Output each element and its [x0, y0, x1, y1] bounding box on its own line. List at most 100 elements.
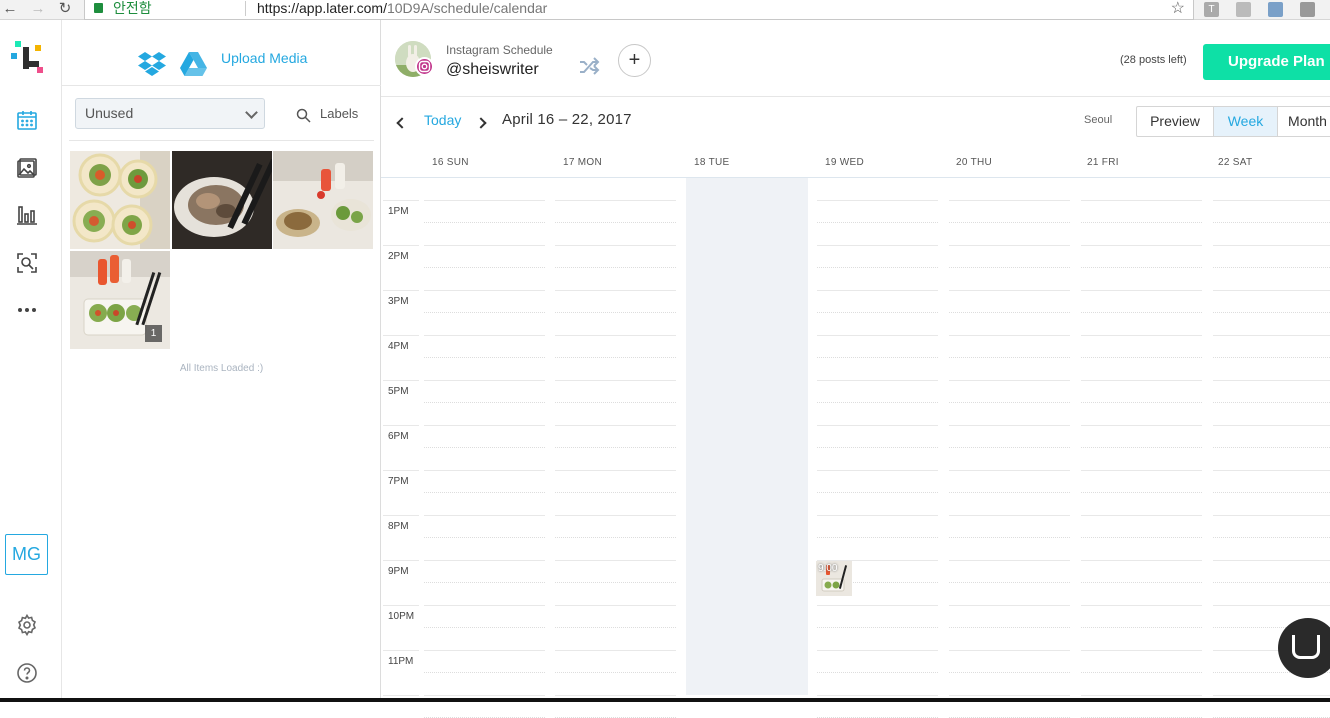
- media-thumbnail[interactable]: [273, 151, 373, 249]
- hour-gridline: [424, 245, 545, 246]
- add-account-button[interactable]: +: [618, 44, 651, 77]
- half-hour-gridline: [1213, 492, 1330, 493]
- half-hour-gridline: [1081, 312, 1202, 313]
- hour-gridline: [555, 290, 676, 291]
- chevron-down-icon: [245, 106, 258, 119]
- more-dots-icon[interactable]: [15, 298, 39, 322]
- hour-gridline: [424, 200, 545, 201]
- half-hour-gridline: [555, 447, 676, 448]
- hour-label: 9PM: [388, 566, 409, 577]
- hour-gridline: [424, 470, 545, 471]
- hour-gridline: [817, 290, 938, 291]
- extension-image-icon[interactable]: [1268, 2, 1283, 17]
- media-library-panel: Upload Media Unused Labels 1 All Items L…: [62, 20, 381, 702]
- image-icon[interactable]: [15, 156, 39, 180]
- half-hour-gridline: [949, 447, 1070, 448]
- dropbox-icon[interactable]: [138, 50, 166, 76]
- half-hour-gridline: [555, 402, 676, 403]
- url-path: 10D9A/schedule/calendar: [386, 0, 548, 16]
- half-hour-gridline: [949, 222, 1070, 223]
- hour-gridline: [949, 605, 1070, 606]
- media-thumbnail[interactable]: [70, 151, 170, 249]
- hour-gridline: [949, 695, 1070, 696]
- chat-support-button[interactable]: [1278, 618, 1330, 678]
- tab-week[interactable]: Week: [1214, 107, 1278, 136]
- back-icon[interactable]: ←: [0, 0, 20, 20]
- hour-gridline: [1213, 605, 1330, 606]
- sidebar: MG: [0, 20, 62, 702]
- timezone-label[interactable]: Seoul: [1084, 114, 1112, 126]
- date-range: April 16 – 22, 2017: [502, 111, 632, 128]
- media-thumbnail[interactable]: [172, 151, 272, 249]
- week-grid[interactable]: 1PM 2PM 3PM 4PM 5PM 6PM 7PM 8PM 9PM 10PM…: [381, 178, 1330, 718]
- url-host: https://app.later.com/: [257, 0, 387, 16]
- hour-gridline: [949, 200, 1070, 201]
- google-drive-icon[interactable]: [180, 52, 207, 76]
- day-header-row: 16 SUN 17 MON 18 TUE 19 WED 20 THU 21 FR…: [381, 148, 1330, 178]
- address-bar[interactable]: 안전함 https://app.later.com/10D9A/schedule…: [84, 0, 1194, 20]
- half-hour-gridline: [949, 582, 1070, 583]
- url-text: https://app.later.com/10D9A/schedule/cal…: [257, 0, 547, 18]
- view-switcher: Preview Week Month: [1136, 106, 1330, 137]
- calendar-panel: Instagram Schedule @sheiswriter + (28 po…: [381, 20, 1330, 718]
- tab-month[interactable]: Month: [1278, 107, 1330, 136]
- hour-gridline: [1081, 560, 1202, 561]
- shuffle-icon[interactable]: [577, 54, 601, 78]
- forward-icon[interactable]: →: [28, 0, 48, 20]
- hour-gridline: [1213, 245, 1330, 246]
- help-icon[interactable]: [15, 661, 39, 685]
- upgrade-plan-button[interactable]: Upgrade Plan: [1203, 44, 1330, 80]
- hour-gridline: [949, 425, 1070, 426]
- half-hour-gridline: [817, 447, 938, 448]
- search-icon: [296, 108, 311, 123]
- hour-gridline: [1081, 650, 1202, 651]
- bar-chart-icon[interactable]: [15, 203, 39, 227]
- reload-icon[interactable]: ↻: [55, 0, 75, 20]
- half-hour-gridline: [949, 312, 1070, 313]
- user-avatar[interactable]: MG: [5, 534, 48, 575]
- half-hour-gridline: [817, 537, 938, 538]
- prev-week-icon[interactable]: [396, 117, 408, 129]
- scheduled-post[interactable]: 9:00: [816, 561, 852, 596]
- extension-t-icon[interactable]: T: [1204, 2, 1219, 17]
- later-logo[interactable]: [11, 41, 45, 75]
- time-gutter-gridline: [383, 380, 419, 381]
- hour-label: 7PM: [388, 476, 409, 487]
- hour-label: 5PM: [388, 386, 409, 397]
- hour-gridline: [424, 605, 545, 606]
- account-handle[interactable]: @sheiswriter: [446, 61, 539, 79]
- half-hour-gridline: [1081, 537, 1202, 538]
- extension-pdf-icon[interactable]: [1236, 2, 1251, 17]
- half-hour-gridline: [424, 312, 545, 313]
- hour-gridline: [555, 470, 676, 471]
- upload-media-link[interactable]: Upload Media: [221, 50, 307, 66]
- half-hour-gridline: [949, 267, 1070, 268]
- half-hour-gridline: [1213, 312, 1330, 313]
- tab-preview[interactable]: Preview: [1137, 107, 1214, 136]
- hour-gridline: [1081, 695, 1202, 696]
- gear-icon[interactable]: [15, 613, 39, 637]
- search-image-icon[interactable]: [15, 251, 39, 275]
- time-gutter-gridline: [383, 200, 419, 201]
- media-thumbnail[interactable]: 1: [70, 251, 170, 349]
- hour-gridline: [1081, 200, 1202, 201]
- extension-search-icon[interactable]: [1300, 2, 1315, 17]
- next-week-icon[interactable]: [475, 117, 487, 129]
- half-hour-gridline: [949, 492, 1070, 493]
- hour-gridline: [949, 560, 1070, 561]
- half-hour-gridline: [1213, 537, 1330, 538]
- half-hour-gridline: [817, 402, 938, 403]
- half-hour-gridline: [949, 627, 1070, 628]
- hour-gridline: [424, 560, 545, 561]
- today-button[interactable]: Today: [424, 112, 461, 128]
- half-hour-gridline: [424, 537, 545, 538]
- post-time: 9:00: [818, 563, 838, 574]
- hour-gridline: [1213, 560, 1330, 561]
- time-gutter-gridline: [383, 470, 419, 471]
- calendar-icon[interactable]: [15, 108, 39, 132]
- media-filter-select[interactable]: Unused: [75, 98, 265, 129]
- half-hour-gridline: [424, 672, 545, 673]
- half-hour-gridline: [949, 537, 1070, 538]
- bookmark-star-icon[interactable]: ☆: [1171, 0, 1185, 18]
- hour-gridline: [555, 335, 676, 336]
